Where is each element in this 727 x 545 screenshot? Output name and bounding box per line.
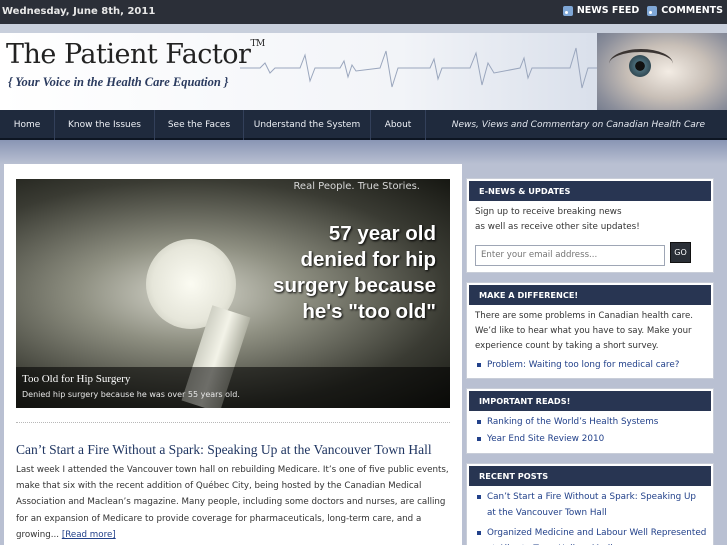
slider-kicker: Real People. True Stories.: [293, 181, 420, 192]
enews-widget: E-NEWS & UPDATES Sign up to receive brea…: [466, 178, 714, 273]
nav-understand-the-system[interactable]: Understand the System: [244, 110, 371, 140]
site-tagline: { Your Voice in the Health Care Equation…: [8, 75, 229, 89]
make-a-difference-heading: MAKE A DIFFERENCE!: [469, 285, 711, 305]
read-more-link[interactable]: [Read more]: [62, 530, 116, 540]
divider: [16, 422, 450, 423]
eye-header-image: [597, 33, 727, 110]
recent-posts-heading: RECENT POSTS: [469, 466, 711, 486]
make-a-difference-widget: MAKE A DIFFERENCE! There are some proble…: [466, 282, 714, 379]
current-date: Wednesday, June 8th, 2011: [2, 6, 156, 17]
comments-feed-label: COMMENTS: [661, 5, 723, 16]
main-content: Real People. True Stories. 57 year old d…: [4, 164, 462, 545]
recent-post-link[interactable]: Can’t Start a Fire Without a Spark: Spea…: [475, 489, 707, 521]
slider-caption: Too Old for Hip Surgery Denied hip surge…: [16, 367, 450, 408]
slider-headline: 57 year old denied for hip surgery becau…: [273, 222, 436, 323]
enews-text: Sign up to receive breaking news as well…: [467, 201, 713, 235]
email-input[interactable]: [475, 244, 665, 266]
site-header: The Patient FactorTM { Your Voice in the…: [0, 24, 727, 110]
top-bar: Wednesday, June 8th, 2011 NEWS FEED COMM…: [0, 0, 727, 24]
news-feed-label: NEWS FEED: [576, 5, 640, 16]
rss-icon: [562, 5, 573, 16]
email-signup-row: GO: [475, 242, 691, 266]
slider-caption-description: Denied hip surgery because he was over 5…: [22, 390, 240, 399]
important-reads-widget: IMPORTANT READS! Ranking of the World’s …: [466, 388, 714, 454]
main-navigation: Home Know the Issues See the Faces Under…: [0, 110, 727, 140]
important-read-link[interactable]: Ranking of the World’s Health Systems: [475, 414, 707, 431]
post-title[interactable]: Can’t Start a Fire Without a Spark: Spea…: [16, 442, 456, 458]
news-feed-link[interactable]: NEWS FEED: [562, 5, 640, 16]
heartbeat-wave-graphic: [240, 47, 640, 89]
enews-text-line-1: Sign up to receive breaking news: [475, 207, 622, 217]
site-title: The Patient Factor: [6, 39, 251, 70]
rss-icon: [647, 5, 658, 16]
slider-caption-title[interactable]: Too Old for Hip Surgery: [22, 373, 130, 385]
recent-post-link[interactable]: Organized Medicine and Labour Well Repre…: [475, 525, 707, 545]
post-excerpt-text: Last week I attended the Vancouver town …: [16, 465, 449, 540]
recent-posts-links: Can’t Start a Fire Without a Spark: Spea…: [467, 486, 713, 545]
post-excerpt: Last week I attended the Vancouver town …: [16, 462, 450, 543]
make-a-difference-text: There are some problems in Canadian heal…: [475, 311, 693, 351]
important-read-link[interactable]: Year End Site Review 2010: [475, 431, 707, 448]
nav-know-the-issues[interactable]: Know the Issues: [55, 110, 155, 140]
important-reads-heading: IMPORTANT READS!: [469, 391, 711, 411]
enews-heading: E-NEWS & UPDATES: [469, 181, 711, 201]
feed-links: NEWS FEED COMMENTS: [562, 5, 723, 16]
important-reads-links: Ranking of the World’s Health Systems Ye…: [467, 411, 713, 448]
nav-see-the-faces[interactable]: See the Faces: [155, 110, 244, 140]
enews-text-line-2: as well as receive other site updates!: [475, 222, 640, 232]
iris-shape: [629, 55, 651, 77]
nav-about[interactable]: About: [371, 110, 426, 140]
header-shadow: [0, 140, 727, 164]
go-button[interactable]: GO: [670, 242, 691, 263]
survey-link[interactable]: Problem: Waiting too long for medical ca…: [475, 357, 707, 374]
recent-posts-widget: RECENT POSTS Can’t Start a Fire Without …: [466, 463, 714, 545]
make-a-difference-links: Problem: Waiting too long for medical ca…: [467, 354, 713, 374]
featured-slider[interactable]: Real People. True Stories. 57 year old d…: [16, 179, 450, 408]
comments-feed-link[interactable]: COMMENTS: [647, 5, 723, 16]
nav-tagline: News, Views and Commentary on Canadian H…: [451, 120, 705, 130]
nav-home[interactable]: Home: [0, 110, 55, 140]
site-logo[interactable]: The Patient FactorTM: [6, 39, 265, 70]
